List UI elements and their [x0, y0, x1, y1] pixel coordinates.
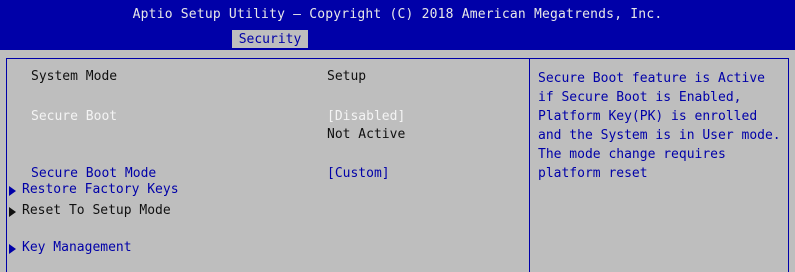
triangle-right-icon	[9, 244, 16, 254]
system-mode-label: System Mode	[31, 69, 118, 84]
help-line: The mode change requires	[538, 147, 726, 162]
secure-boot-status: Not Active	[327, 127, 406, 142]
triangle-right-icon	[9, 207, 16, 217]
help-line: Secure Boot feature is Active	[538, 71, 765, 86]
secure-boot-dropdown[interactable]: [Disabled]	[327, 109, 405, 124]
tab-underline	[232, 48, 308, 50]
triangle-right-icon	[9, 186, 16, 196]
help-line: if Secure Boot is Enabled,	[538, 90, 742, 105]
secure-boot-mode-label[interactable]: Secure Boot Mode	[31, 166, 156, 181]
title-bar: Aptio Setup Utility – Copyright (C) 2018…	[0, 0, 795, 50]
help-divider	[529, 58, 530, 272]
help-line: Platform Key(PK) is enrolled	[538, 109, 758, 124]
secure-boot-label[interactable]: Secure Boot	[31, 109, 117, 124]
tab-security[interactable]: Security	[232, 30, 308, 50]
key-management-item[interactable]: Key Management	[22, 240, 132, 255]
secure-boot-mode-dropdown[interactable]: [Custom]	[327, 166, 390, 181]
app-title: Aptio Setup Utility – Copyright (C) 2018…	[132, 7, 663, 22]
system-mode-value: Setup	[327, 69, 367, 84]
restore-factory-keys-item[interactable]: Restore Factory Keys	[22, 182, 179, 197]
reset-to-setup-mode-item[interactable]: Reset To Setup Mode	[22, 203, 171, 218]
help-line: and the System is in User mode.	[538, 128, 781, 143]
help-line: platform reset	[538, 166, 648, 181]
help-text: Secure Boot feature is Active if Secure …	[538, 69, 788, 183]
